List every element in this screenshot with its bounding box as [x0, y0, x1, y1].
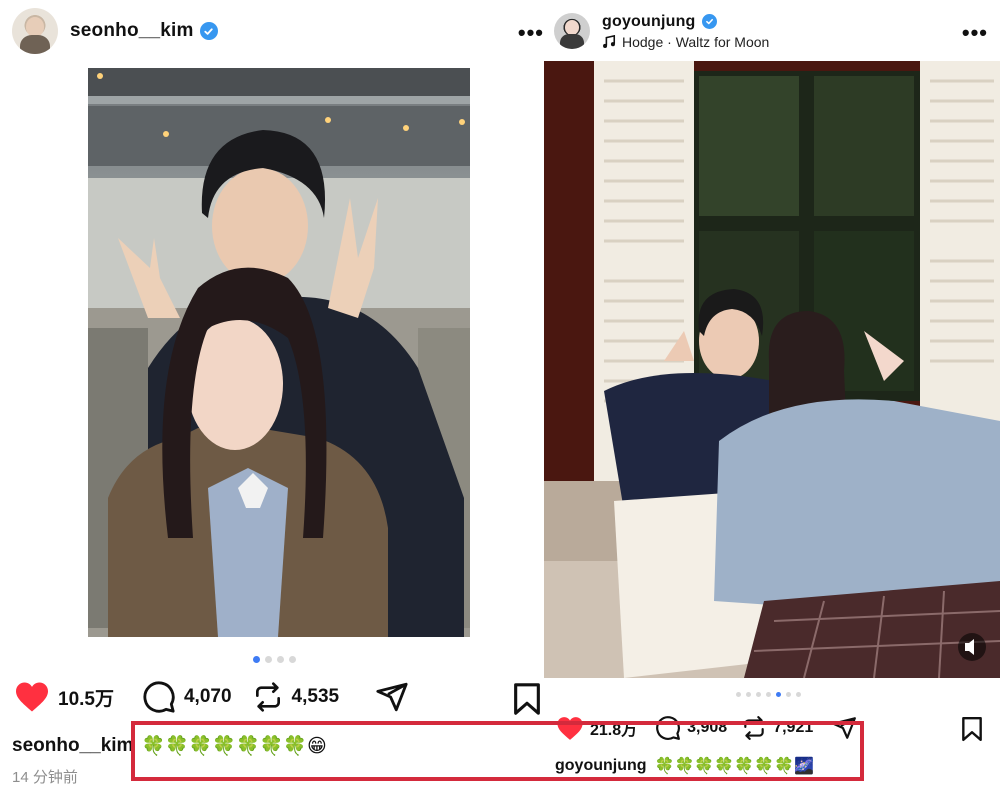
send-icon: [376, 682, 408, 712]
like-count: 21.8万: [590, 722, 638, 739]
carousel-indicator: [736, 692, 801, 697]
comment-button[interactable]: 3,908: [655, 715, 727, 741]
caption-text: 🍀🍀🍀🍀🍀🍀🍀🌌: [654, 758, 814, 775]
comment-button[interactable]: 4,070: [142, 680, 232, 714]
save-button[interactable]: [512, 682, 542, 721]
caption-username[interactable]: seonho__kim: [12, 735, 133, 757]
post-header: seonho__kim •••: [0, 0, 544, 62]
comment-icon: [143, 681, 175, 713]
carousel-dot: [786, 692, 791, 697]
repost-button[interactable]: 4,535: [252, 681, 340, 713]
action-bar: 10.5万 4,070 4,535: [14, 680, 544, 714]
repost-count: 7,921: [773, 719, 814, 736]
carousel-dot: [796, 692, 801, 697]
share-button[interactable]: [831, 715, 857, 741]
user-block: seonho__kim: [70, 20, 218, 42]
carousel-dot: [746, 692, 751, 697]
caption-username[interactable]: goyounjung: [555, 757, 647, 775]
repost-count: 4,535: [291, 686, 340, 707]
avatar[interactable]: [554, 13, 590, 49]
carousel-dot: [253, 656, 260, 663]
username[interactable]: seonho__kim: [70, 20, 194, 42]
save-button[interactable]: [961, 716, 983, 747]
bookmark-icon: [514, 683, 540, 715]
post-time: 14 分钟前: [12, 769, 78, 786]
carousel-dot: [277, 656, 284, 663]
carousel-dot: [265, 656, 272, 663]
carousel-dot: [756, 692, 761, 697]
verified-badge-icon: [701, 14, 717, 29]
heart-icon: [557, 716, 583, 740]
post-goyounjung: goyounjung Hodge · Waltz for Moon ••• 21…: [544, 0, 1000, 788]
post-seonho: seonho__kim ••• 10.5万 4,070 4,535 seonho…: [0, 0, 544, 788]
repost-button[interactable]: 7,921: [741, 715, 813, 741]
comment-count: 4,070: [183, 686, 232, 707]
user-block: goyounjung Hodge · Waltz for Moon: [602, 13, 769, 50]
verified-badge-icon: [199, 22, 218, 40]
post-header: goyounjung Hodge · Waltz for Moon •••: [544, 0, 1000, 62]
share-button[interactable]: [375, 680, 409, 714]
caption-text: 🍀🍀🍀🍀🍀🍀🍀😁: [141, 736, 327, 757]
music-label: Hodge · Waltz for Moon: [622, 33, 770, 50]
like-count: 10.5万: [58, 688, 114, 710]
comment-count: 3,908: [687, 719, 728, 736]
like-button[interactable]: 10.5万: [14, 681, 114, 713]
music-row[interactable]: Hodge · Waltz for Moon: [602, 34, 769, 50]
more-options-icon[interactable]: •••: [962, 20, 988, 46]
carousel-dot: [766, 692, 771, 697]
carousel-dot: [736, 692, 741, 697]
send-icon: [832, 717, 857, 739]
avatar[interactable]: [12, 8, 58, 54]
carousel-indicator: [253, 656, 296, 663]
post-photo[interactable]: [544, 61, 1000, 678]
action-bar: 21.8万 3,908 7,921: [556, 715, 1000, 741]
heart-icon: [16, 682, 48, 712]
carousel-dot: [776, 692, 781, 697]
bookmark-icon: [962, 716, 982, 742]
music-note-icon: [603, 34, 616, 48]
post-photo[interactable]: [88, 68, 470, 637]
caption: seonho__kim 🍀🍀🍀🍀🍀🍀🍀😁: [12, 734, 327, 758]
carousel-dot: [289, 656, 296, 663]
username[interactable]: goyounjung: [602, 13, 696, 31]
repost-icon: [255, 682, 280, 712]
like-button[interactable]: 21.8万: [556, 716, 637, 741]
more-options-icon[interactable]: •••: [518, 20, 544, 46]
caption: goyounjung 🍀🍀🍀🍀🍀🍀🍀🌌: [555, 756, 814, 776]
repost-icon: [744, 716, 764, 740]
comment-icon: [656, 716, 681, 740]
